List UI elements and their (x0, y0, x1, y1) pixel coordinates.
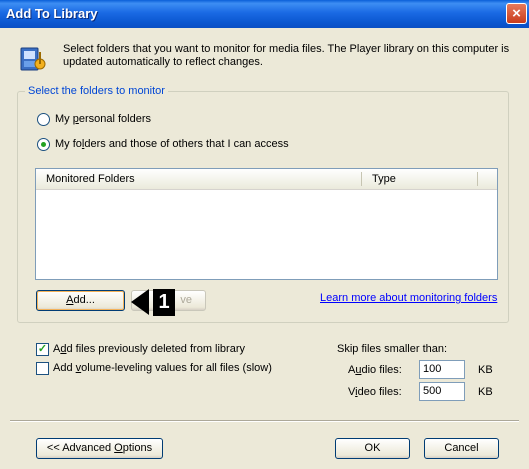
checkbox-box-checked[interactable]: ✓ (36, 343, 49, 356)
add-button[interactable]: Add... (36, 290, 125, 311)
list-header: Monitored Folders Type (36, 169, 497, 190)
audio-size-input[interactable]: 100 (419, 360, 465, 379)
radio-label: My personal folders (55, 113, 152, 125)
column-separator[interactable] (361, 172, 362, 186)
column-separator[interactable] (477, 172, 478, 186)
checkbox-label: Add volume-leveling values for all files… (53, 362, 272, 374)
radio-circle[interactable] (37, 113, 50, 126)
header-description: Select folders that you want to monitor … (63, 43, 510, 68)
ok-button[interactable]: OK (335, 438, 410, 459)
footer-divider (10, 420, 519, 422)
video-size-input[interactable]: 500 (419, 382, 465, 401)
callout-number-badge: 1 (153, 289, 175, 316)
title-bar[interactable]: Add To Library × (0, 0, 529, 28)
window-title: Add To Library (6, 6, 98, 21)
column-header-monitored-folders[interactable]: Monitored Folders (46, 173, 135, 185)
skip-files-label: Skip files smaller than: (337, 343, 448, 355)
close-icon: × (512, 5, 521, 22)
checkbox-label: Add files previously deleted from librar… (53, 343, 245, 355)
learn-more-link[interactable]: Learn more about monitoring folders (320, 292, 497, 304)
column-header-type[interactable]: Type (372, 173, 396, 185)
audio-unit: KB (478, 364, 493, 376)
close-button[interactable]: × (506, 3, 527, 24)
cancel-button[interactable]: Cancel (424, 438, 499, 459)
video-files-label: Video files: (348, 386, 402, 398)
audio-files-label: Audio files: (348, 364, 402, 376)
add-to-library-dialog: Add To Library × Select folders that you… (0, 0, 529, 469)
groupbox-label: Select the folders to monitor (25, 85, 168, 97)
advanced-options-button[interactable]: << Advanced Options (36, 438, 163, 459)
radio-label: My folders and those of others that I ca… (55, 138, 289, 150)
video-unit: KB (478, 386, 493, 398)
checkbox-box[interactable] (36, 362, 49, 375)
media-library-icon (20, 47, 46, 71)
monitored-folders-list[interactable]: Monitored Folders Type (35, 168, 498, 280)
radio-circle-selected[interactable] (37, 138, 50, 151)
